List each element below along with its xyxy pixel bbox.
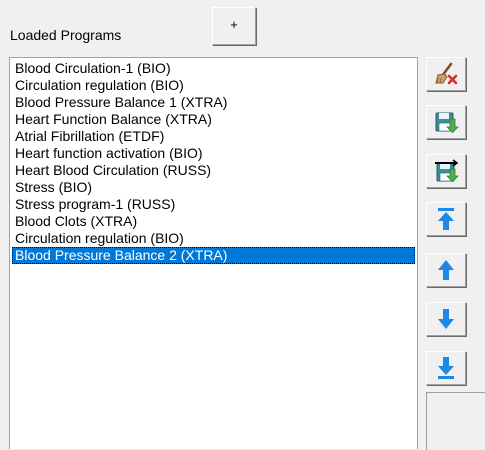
list-item[interactable]: Circulation regulation (BIO): [12, 230, 415, 247]
list-item[interactable]: Blood Clots (XTRA): [12, 213, 415, 230]
list-item[interactable]: Stress program-1 (RUSS): [12, 196, 415, 213]
list-item[interactable]: Atrial Fibrillation (ETDF): [12, 128, 415, 145]
list-item-selected[interactable]: Blood Pressure Balance 2 (XTRA): [12, 247, 415, 264]
move-to-top-button[interactable]: [426, 202, 466, 236]
clear-list-button[interactable]: [426, 57, 466, 91]
save-list-button[interactable]: [426, 105, 466, 139]
arrow-bottom-icon: [438, 357, 454, 379]
broom-delete-icon: [435, 62, 458, 85]
list-item[interactable]: Heart Function Balance (XTRA): [12, 111, 415, 128]
list-item[interactable]: Heart Blood Circulation (RUSS): [12, 162, 415, 179]
move-to-bottom-button[interactable]: [426, 351, 466, 385]
arrow-down-icon: [438, 309, 454, 329]
arrow-top-icon: [438, 208, 454, 230]
save-disk-icon: [435, 112, 459, 134]
list-item[interactable]: Circulation regulation (BIO): [12, 77, 415, 94]
loaded-programs-panel: Loaded Programs + Blood Circulation-1 (B…: [0, 0, 485, 450]
load-disk-icon: [435, 159, 459, 183]
loaded-programs-list[interactable]: Blood Circulation-1 (BIO) Circulation re…: [9, 57, 418, 449]
loaded-programs-label: Loaded Programs: [10, 27, 122, 43]
add-program-button[interactable]: +: [212, 7, 256, 45]
arrow-up-icon: [438, 260, 454, 280]
list-item[interactable]: Blood Pressure Balance 1 (XTRA): [12, 94, 415, 111]
panel-divider: [426, 392, 485, 450]
move-up-button[interactable]: [426, 253, 466, 287]
move-down-button[interactable]: [426, 302, 466, 336]
list-item[interactable]: Stress (BIO): [12, 179, 415, 196]
load-list-button[interactable]: [426, 154, 466, 188]
list-item[interactable]: Heart function activation (BIO): [12, 145, 415, 162]
list-item[interactable]: Blood Circulation-1 (BIO): [12, 60, 415, 77]
list-toolbar: [426, 57, 485, 450]
